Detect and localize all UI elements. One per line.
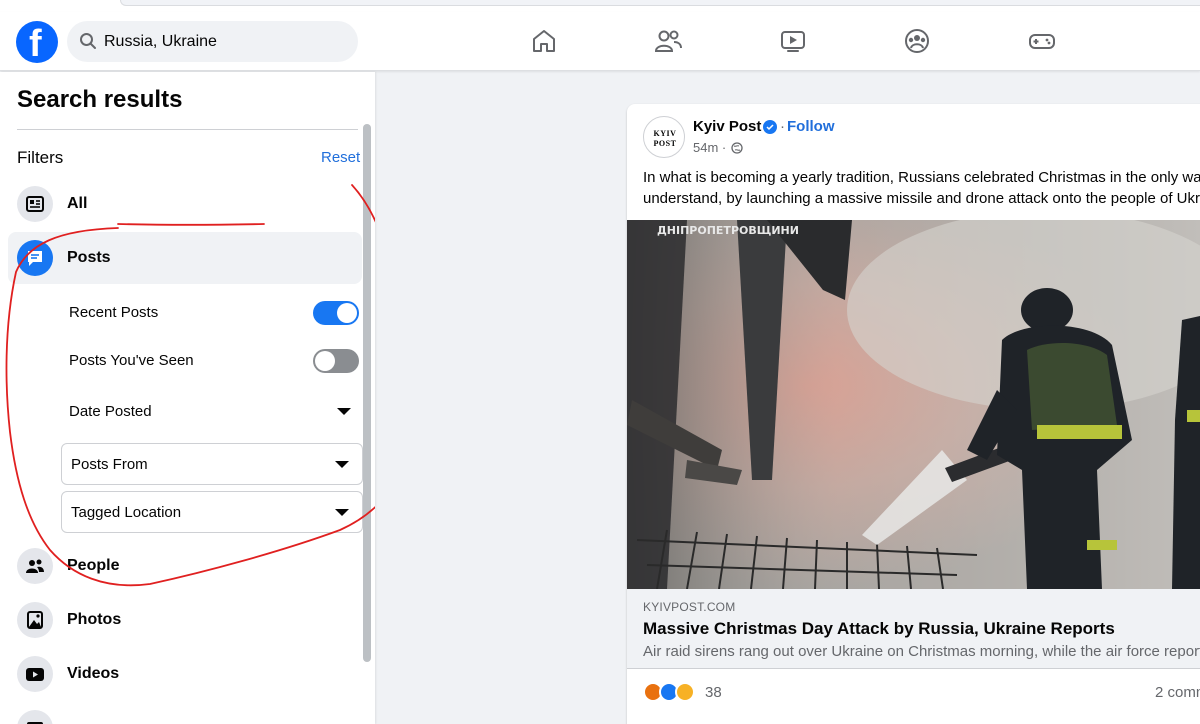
posts-seen-label: Posts You've Seen	[69, 352, 194, 369]
recent-posts-row: Recent Posts	[69, 298, 359, 328]
scrollbar-thumb[interactable]	[363, 124, 371, 662]
link-domain: KYIVPOST.COM	[643, 600, 736, 614]
post-card: KYIV POST Kyiv Post · Follow 54m · In wh…	[627, 104, 1200, 724]
chevron-down-icon	[335, 509, 349, 516]
filter-item-videos[interactable]: Videos	[8, 648, 362, 700]
follow-button[interactable]: Follow	[787, 118, 835, 135]
chevron-down-icon	[337, 408, 351, 415]
filter-item-partial[interactable]	[8, 702, 362, 724]
image-watermark: ДНІПРОПЕТРОВЩИНИ	[657, 224, 799, 237]
filter-item-all[interactable]: All	[8, 178, 362, 230]
post-author[interactable]: Kyiv Post	[693, 118, 761, 135]
filter-item-label: Videos	[67, 665, 120, 682]
sad-reaction-icon	[675, 682, 695, 702]
filter-item-label: All	[67, 195, 88, 212]
posts-seen-toggle[interactable]	[313, 349, 359, 373]
recent-posts-toggle[interactable]	[313, 301, 359, 325]
post-timestamp[interactable]: 54m ·	[693, 140, 726, 155]
search-input[interactable]	[104, 21, 344, 62]
facebook-logo[interactable]: f	[16, 21, 58, 65]
filter-item-photos[interactable]: Photos	[8, 594, 362, 646]
link-title[interactable]: Massive Christmas Day Attack by Russia, …	[643, 619, 1115, 639]
kyiv-post-avatar[interactable]: KYIV POST	[643, 116, 685, 158]
avatar-text-line: POST	[653, 139, 677, 148]
reaction-count: 38	[705, 684, 722, 701]
reset-link[interactable]: Reset	[321, 149, 360, 166]
filter-item-label: Posts	[67, 249, 111, 266]
separator-dot: ·	[780, 118, 785, 135]
home-icon[interactable]	[529, 26, 559, 56]
timestamp-text: 54m	[693, 140, 719, 155]
post-body: In what is becoming a yearly tradition, …	[643, 167, 1200, 209]
filter-item-posts[interactable]: Posts	[8, 232, 362, 284]
post-text-line: understand, by launching a massive missi…	[643, 190, 1200, 207]
people-icon	[17, 548, 53, 584]
divider	[17, 129, 358, 130]
address-bar[interactable]	[120, 0, 1200, 6]
page-title: Search results	[17, 86, 183, 113]
videos-icon	[17, 656, 53, 692]
filters-heading: Filters	[17, 148, 64, 167]
post-image[interactable]: ДНІПРОПЕТРОВЩИНИ	[627, 220, 1200, 589]
avatar-text-line: KYIV	[653, 129, 677, 138]
filter-item-people[interactable]: People	[8, 540, 362, 592]
globe-icon	[731, 142, 743, 154]
post-text-line: In what is becoming a yearly tradition, …	[643, 169, 1200, 186]
sidebar-scrollbar[interactable]	[363, 124, 371, 662]
tagged-location-select[interactable]: Tagged Location	[61, 491, 363, 533]
marketplace-icon	[17, 710, 53, 724]
recent-posts-label: Recent Posts	[69, 304, 159, 321]
chevron-down-icon	[335, 461, 349, 468]
gaming-icon[interactable]	[1027, 26, 1057, 56]
feed-icon	[17, 186, 53, 222]
top-navigation: f	[0, 12, 1200, 71]
filter-item-label: People	[67, 557, 120, 574]
groups-icon[interactable]	[902, 26, 932, 56]
search-box[interactable]	[67, 21, 358, 62]
link-description: Air raid sirens rang out over Ukraine on…	[643, 643, 1200, 660]
search-icon	[80, 33, 96, 49]
posts-icon	[17, 240, 53, 276]
date-posted-dropdown[interactable]: Date Posted	[69, 397, 359, 427]
posts-from-label: Posts From	[71, 456, 148, 473]
link-preview[interactable]: KYIVPOST.COM Massive Christmas Day Attac…	[627, 589, 1200, 669]
date-posted-label: Date Posted	[69, 403, 152, 420]
photos-icon	[17, 602, 53, 638]
tagged-location-label: Tagged Location	[71, 504, 182, 521]
posts-seen-row: Posts You've Seen	[69, 346, 359, 376]
filter-item-label: Photos	[67, 611, 122, 628]
reaction-summary[interactable]: 38	[643, 682, 733, 702]
posts-from-select[interactable]: Posts From	[61, 443, 363, 485]
verified-badge-icon	[763, 120, 777, 134]
watch-icon[interactable]	[778, 26, 808, 56]
friends-icon[interactable]	[653, 26, 683, 56]
search-filters-sidebar: Search results Filters Reset All Posts R…	[0, 72, 375, 724]
comments-link[interactable]: 2 comments	[1155, 684, 1200, 701]
firefighters-photo: ДНІПРОПЕТРОВЩИНИ	[627, 220, 1200, 589]
browser-address-strip	[0, 0, 1200, 12]
